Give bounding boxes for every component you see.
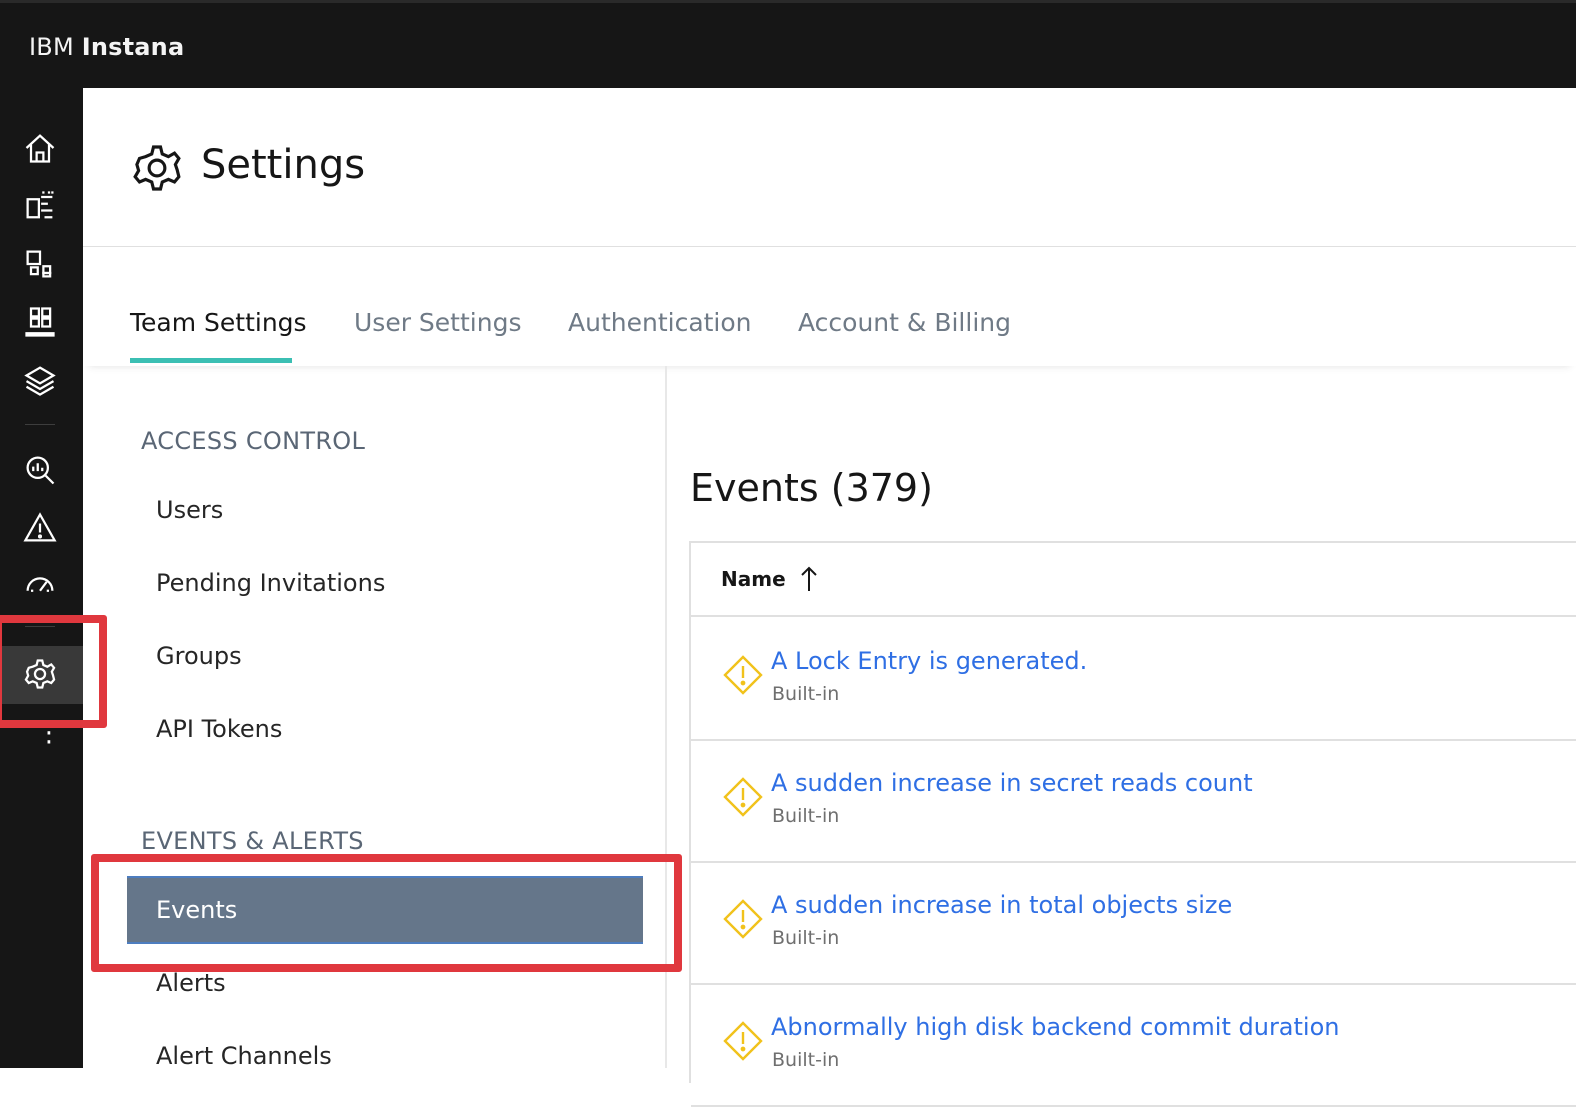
tab-account-billing[interactable]: Account & Billing bbox=[798, 308, 1011, 337]
event-name-link[interactable]: Abnormally high disk backend commit dura… bbox=[771, 1013, 1340, 1041]
sort-ascending-icon[interactable] bbox=[799, 565, 819, 593]
settings-tabs: Team Settings User Settings Authenticati… bbox=[83, 246, 1576, 366]
infrastructure-icon[interactable] bbox=[20, 302, 60, 342]
analytics-icon[interactable] bbox=[20, 450, 60, 490]
table-row[interactable]: A Lock Entry is generated. Built-in bbox=[691, 617, 1576, 741]
event-name-link[interactable]: A sudden increase in total objects size bbox=[771, 891, 1232, 919]
tab-authentication[interactable]: Authentication bbox=[568, 308, 752, 337]
rail-divider bbox=[25, 424, 55, 425]
section-access-control: ACCESS CONTROL bbox=[141, 427, 366, 455]
table-row[interactable]: Abnormally high disk backend commit dura… bbox=[691, 983, 1576, 1107]
synthetics-icon[interactable] bbox=[20, 564, 60, 604]
applications-icon[interactable] bbox=[20, 186, 60, 226]
table-row[interactable]: A sudden increase in secret reads count … bbox=[691, 739, 1576, 863]
page-header: Settings bbox=[83, 88, 1576, 247]
warning-icon bbox=[723, 655, 763, 695]
top-bar: IBM Instana bbox=[0, 0, 1576, 88]
settings-gear-icon bbox=[133, 145, 181, 191]
menu-item-alert-channels[interactable]: Alert Channels bbox=[156, 1042, 332, 1070]
table-header: Name bbox=[691, 543, 1576, 617]
home-icon[interactable] bbox=[20, 128, 60, 168]
warning-icon bbox=[723, 1021, 763, 1061]
page-title: Settings bbox=[201, 142, 366, 188]
event-type: Built-in bbox=[772, 927, 840, 949]
brand-logo[interactable]: IBM Instana bbox=[29, 33, 184, 61]
brand-prefix: IBM bbox=[29, 33, 74, 61]
event-type: Built-in bbox=[772, 683, 840, 705]
event-name-link[interactable]: A Lock Entry is generated. bbox=[771, 647, 1087, 675]
tab-team-settings[interactable]: Team Settings bbox=[130, 308, 307, 337]
menu-item-pending-invitations[interactable]: Pending Invitations bbox=[156, 569, 385, 597]
section-events-alerts: EVENTS & ALERTS bbox=[141, 827, 364, 855]
event-name-link[interactable]: A sudden increase in secret reads count bbox=[771, 769, 1253, 797]
alert-icon[interactable] bbox=[20, 508, 60, 548]
highlight-events-menu bbox=[91, 854, 682, 972]
stack-icon[interactable] bbox=[20, 360, 60, 400]
column-header-name[interactable]: Name bbox=[721, 567, 786, 591]
active-tab-underline bbox=[130, 358, 292, 363]
left-nav-rail: ⋮ bbox=[0, 88, 83, 1068]
events-title: Events (379) bbox=[690, 466, 933, 510]
events-table: Name A Lock Entry is generated. Built-in… bbox=[689, 541, 1576, 1107]
menu-item-users[interactable]: Users bbox=[156, 496, 223, 524]
tab-user-settings[interactable]: User Settings bbox=[354, 308, 521, 337]
more-icon[interactable]: ⋮ bbox=[36, 720, 62, 746]
menu-item-alerts[interactable]: Alerts bbox=[156, 969, 226, 997]
warning-icon bbox=[723, 899, 763, 939]
table-row[interactable]: A sudden increase in total objects size … bbox=[691, 861, 1576, 985]
platforms-icon[interactable] bbox=[20, 244, 60, 284]
menu-item-api-tokens[interactable]: API Tokens bbox=[156, 715, 282, 743]
event-type: Built-in bbox=[772, 805, 840, 827]
warning-icon bbox=[723, 777, 763, 817]
menu-item-groups[interactable]: Groups bbox=[156, 642, 242, 670]
brand-name: Instana bbox=[81, 33, 185, 61]
